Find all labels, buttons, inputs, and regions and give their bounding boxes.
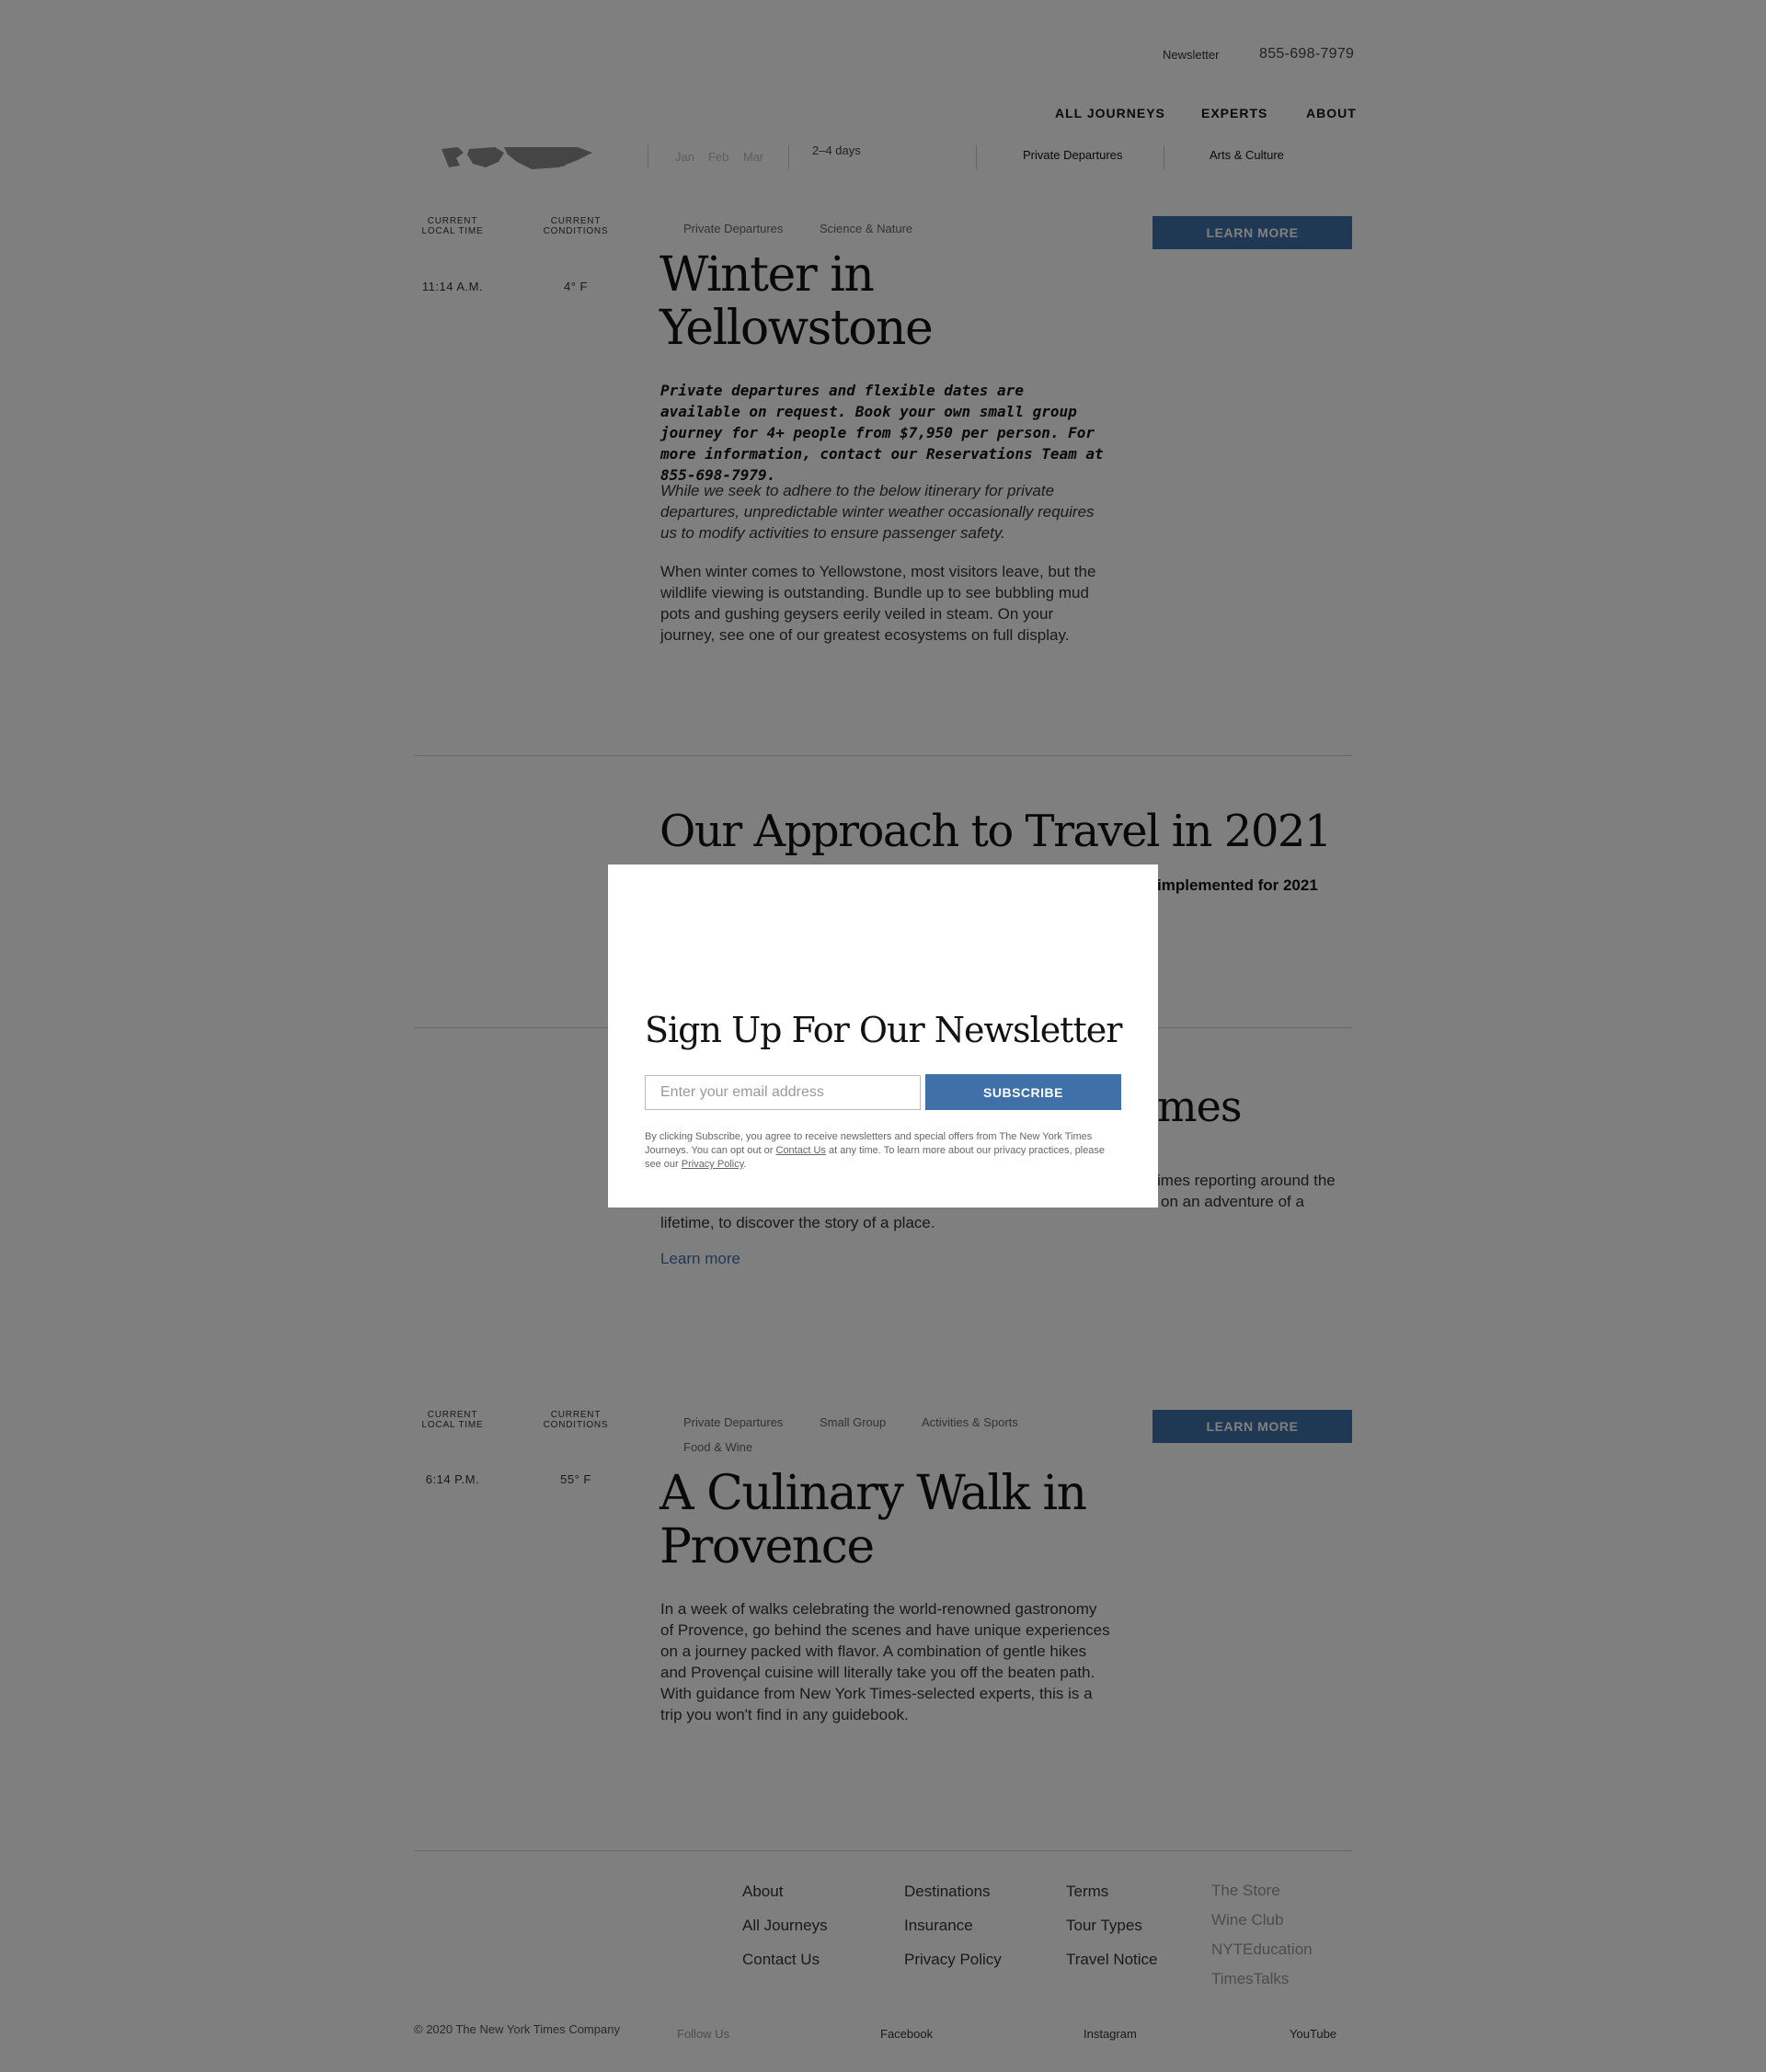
contact-us-link[interactable]: Contact Us	[776, 1145, 826, 1156]
legal-text-3: .	[743, 1159, 747, 1170]
newsletter-modal: Sign Up For Our Newsletter SUBSCRIBE By …	[608, 864, 1158, 1208]
privacy-policy-link[interactable]: Privacy Policy	[682, 1159, 744, 1170]
modal-title: Sign Up For Our Newsletter	[645, 1010, 1122, 1050]
email-input[interactable]	[645, 1075, 921, 1110]
subscribe-button[interactable]: SUBSCRIBE	[925, 1074, 1121, 1110]
legal-disclaimer: By clicking Subscribe, you agree to rece…	[645, 1130, 1123, 1172]
